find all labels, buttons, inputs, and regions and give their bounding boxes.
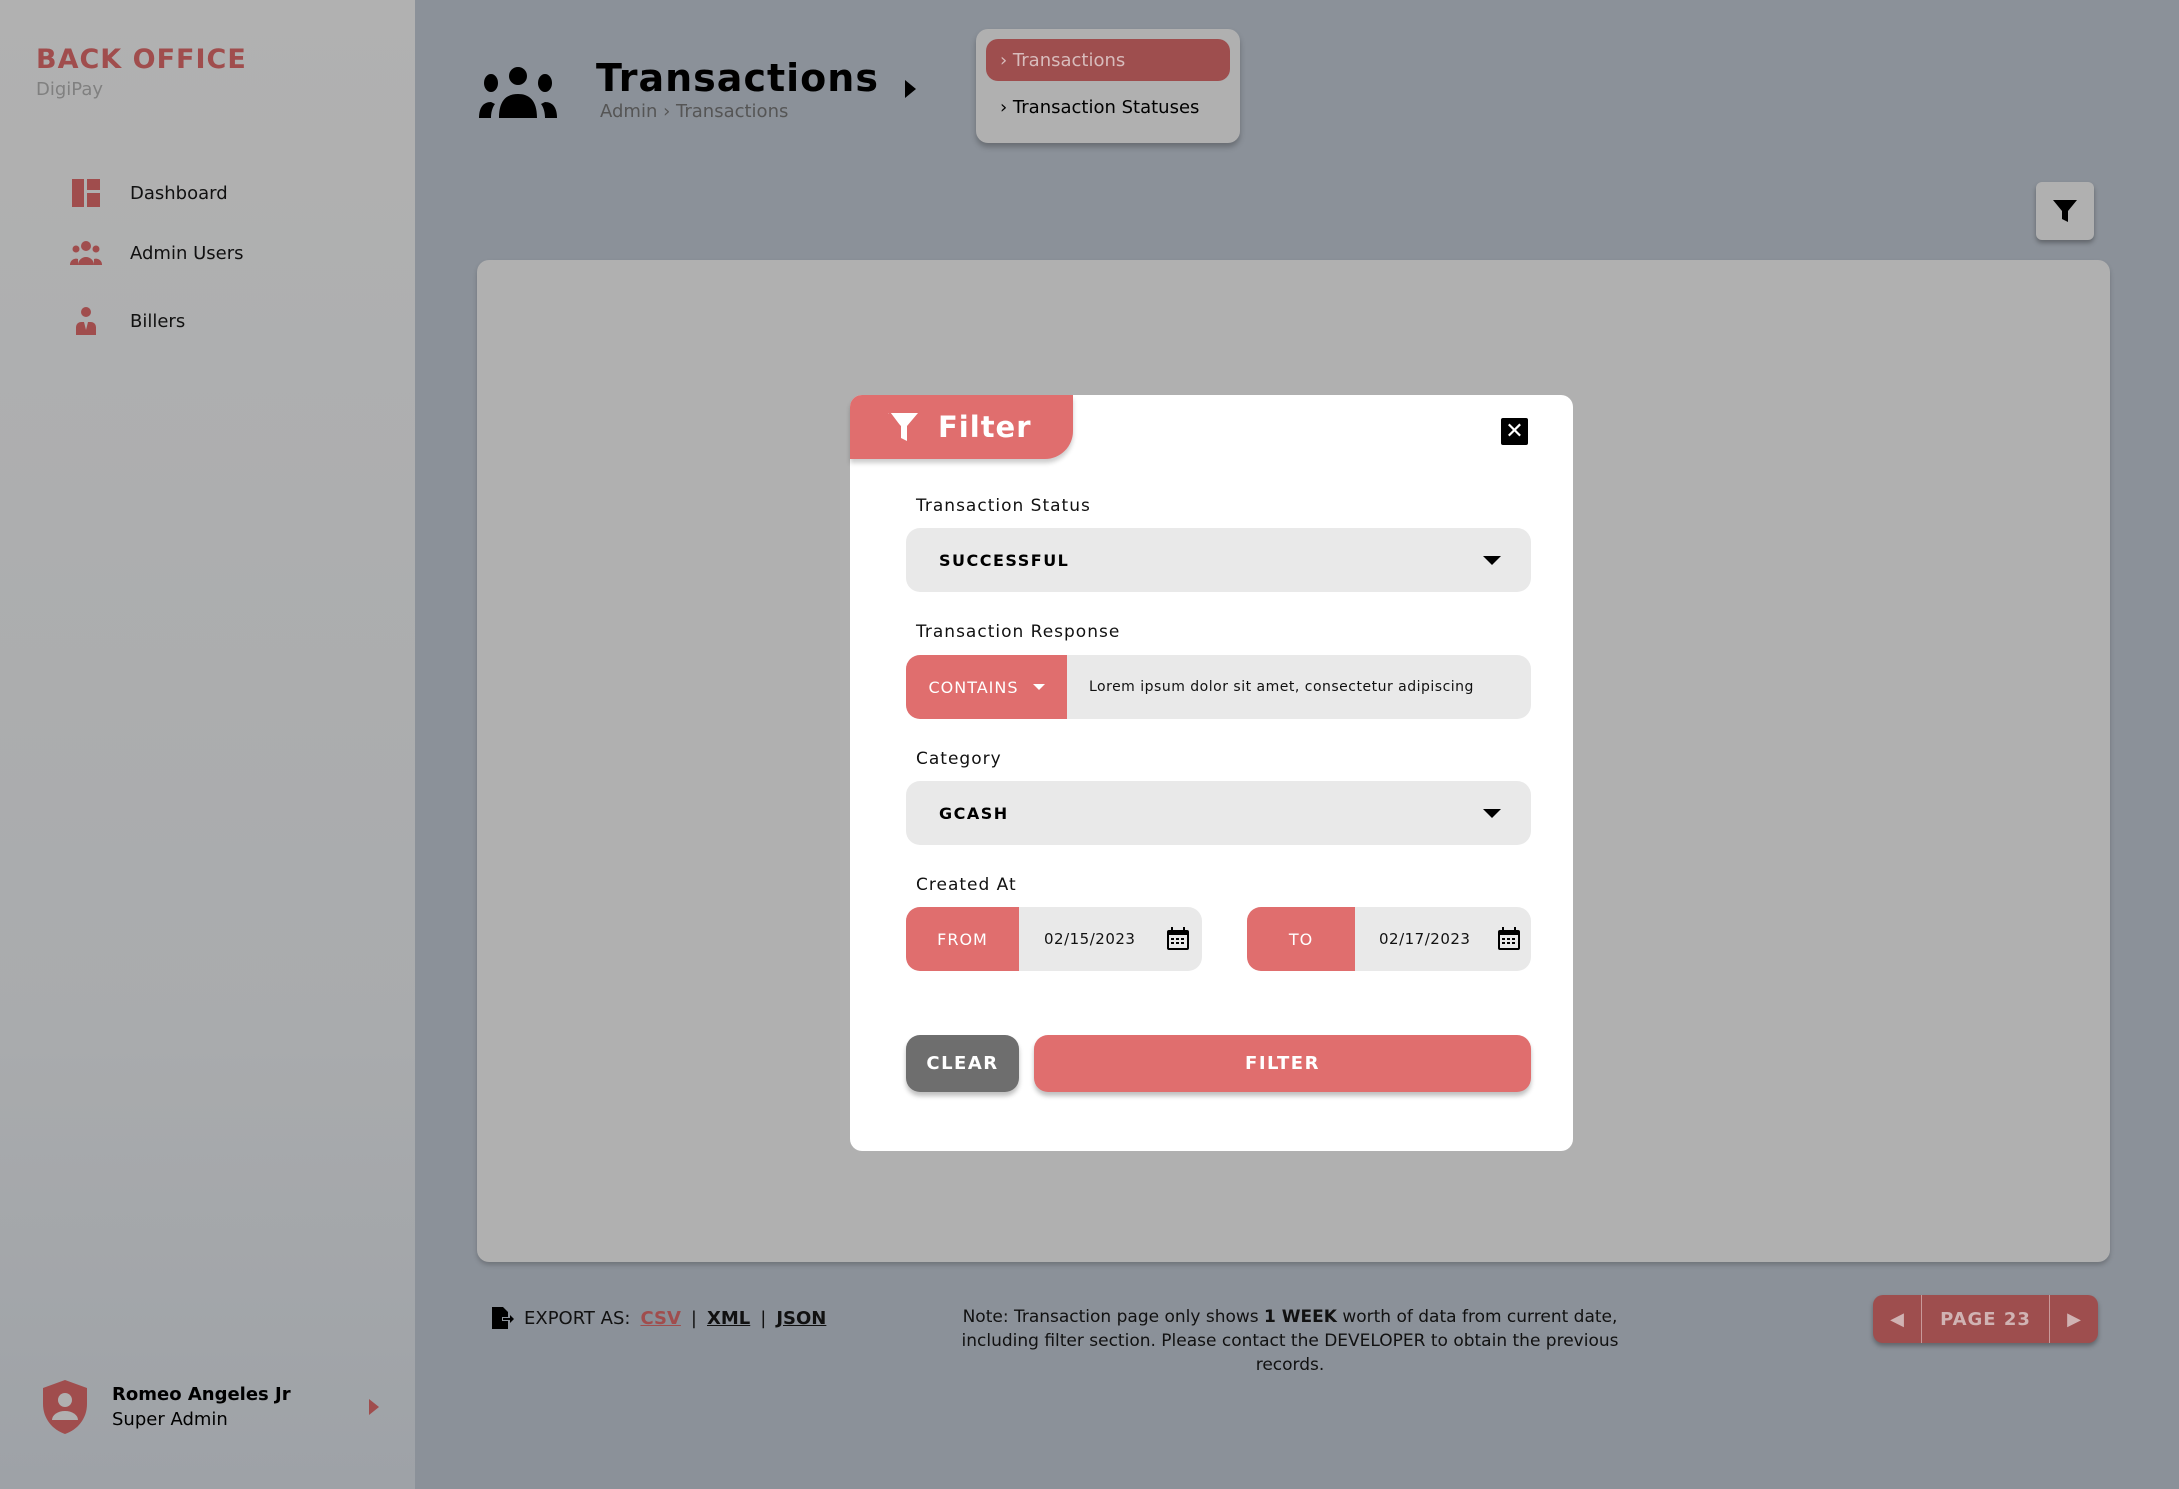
filter-icon [887,412,918,441]
operator-value: CONTAINS [928,677,1019,697]
chevron-down-icon [1483,808,1501,818]
sidebar-item-label: Dashboard [130,182,228,204]
close-icon: ✕ [1505,418,1524,444]
submenu-item-transactions[interactable]: › Transactions [986,39,1230,81]
response-input[interactable]: Lorem ipsum dolor sit amet, consectetur … [1067,679,1474,695]
user-profile[interactable]: Romeo Angeles Jr Super Admin [40,1378,379,1436]
submenu-item-transaction-statuses[interactable]: › Transaction Statuses [986,86,1230,128]
note-bold: 1 WEEK [1264,1307,1337,1327]
separator: | [690,1307,697,1329]
page-title: Transactions [596,56,879,100]
footer-note: Note: Transaction page only shows 1 WEEK… [960,1305,1620,1377]
filter-modal: Filter ✕ Transaction Status SUCCESSFUL T… [850,395,1573,1151]
sidebar-item-admin-users[interactable]: Admin Users [70,233,244,273]
next-icon: ▶ [2067,1308,2081,1330]
filter-modal-header: Filter [850,395,1073,459]
created-at-label: Created At [916,875,1017,895]
response-field: CONTAINS Lorem ipsum dolor sit amet, con… [906,655,1531,719]
sidebar: BACK OFFICE DigiPay Dashboard Admin User… [0,0,415,1489]
transactions-header-icon [479,67,557,118]
response-label: Transaction Response [916,622,1121,642]
from-label: FROM [906,907,1019,971]
to-date-input[interactable]: 02/17/2023 [1355,930,1497,948]
status-select[interactable]: SUCCESSFUL [906,528,1531,592]
calendar-icon[interactable] [1497,927,1521,951]
users-icon [70,241,102,265]
from-date-field: FROM 02/15/2023 [906,907,1202,971]
sidebar-item-dashboard[interactable]: Dashboard [70,173,228,213]
transactions-submenu: › Transactions › Transaction Statuses [976,29,1240,143]
status-label: Transaction Status [916,496,1091,516]
chevron-down-icon [1032,684,1045,690]
close-button[interactable]: ✕ [1501,418,1528,445]
export-xml-link[interactable]: XML [707,1308,750,1329]
breadcrumb: Admin › Transactions [600,101,789,122]
modal-title: Filter [938,410,1032,444]
apply-filter-button[interactable]: FILTER [1034,1035,1531,1092]
calendar-icon[interactable] [1166,927,1190,951]
dashboard-icon [72,179,100,207]
category-value: GCASH [939,803,1009,823]
user-name: Romeo Angeles Jr [112,1384,291,1405]
export-bar: EXPORT AS: CSV | XML | JSON [490,1306,826,1330]
export-json-link[interactable]: JSON [776,1308,826,1329]
category-label: Category [916,749,1002,769]
brand-subtitle: DigiPay [36,79,104,100]
to-date-field: TO 02/17/2023 [1247,907,1531,971]
sidebar-item-label: Admin Users [130,242,244,264]
export-file-icon [492,1307,514,1329]
user-role: Super Admin [112,1409,228,1430]
note-text: Note: Transaction page only shows [962,1307,1265,1327]
prev-page-button[interactable]: ◀ [1873,1295,1921,1343]
response-operator-select[interactable]: CONTAINS [906,655,1067,719]
caret-right-icon[interactable] [905,80,916,98]
shield-user-icon [43,1380,87,1434]
sidebar-item-label: Billers [130,310,186,332]
open-filter-button[interactable] [2036,182,2094,240]
to-label: TO [1247,907,1355,971]
sidebar-item-billers[interactable]: Billers [70,301,185,341]
category-select[interactable]: GCASH [906,781,1531,845]
export-csv-link[interactable]: CSV [640,1308,680,1329]
biller-icon [76,307,96,335]
status-value: SUCCESSFUL [939,550,1070,570]
brand-title: BACK OFFICE [36,44,247,75]
filter-icon [2053,200,2077,222]
export-label: EXPORT AS: [524,1307,631,1329]
clear-button[interactable]: CLEAR [906,1035,1019,1092]
pagination: ◀ PAGE 23 ▶ [1873,1295,2098,1343]
next-page-button[interactable]: ▶ [2050,1295,2098,1343]
separator: | [760,1307,767,1329]
current-page: PAGE 23 [1921,1295,2050,1343]
user-menu-caret-icon[interactable] [368,1399,379,1415]
from-date-input[interactable]: 02/15/2023 [1019,930,1166,948]
chevron-down-icon [1483,555,1501,565]
prev-icon: ◀ [1890,1308,1904,1330]
